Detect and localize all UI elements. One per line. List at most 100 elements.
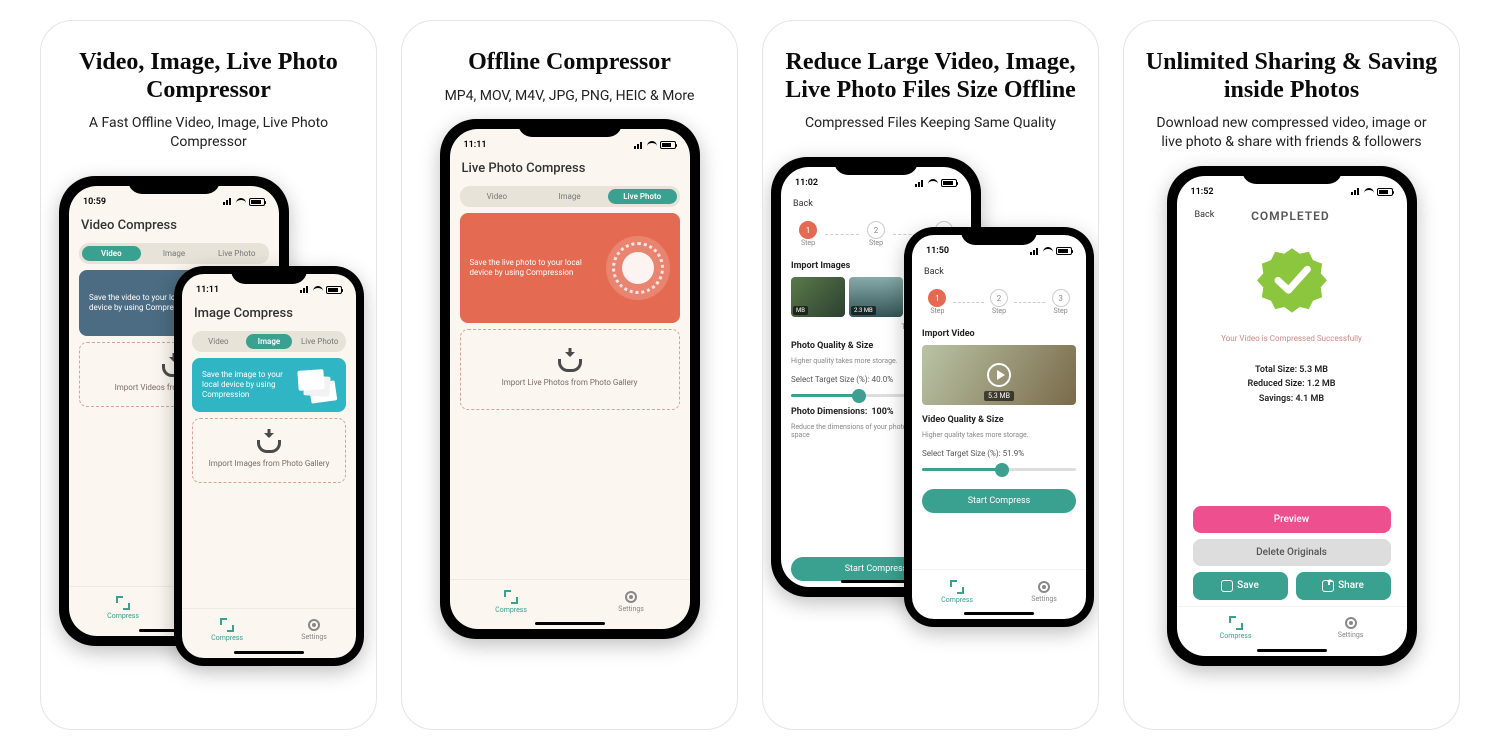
panel-title: Reduce Large Video, Image, Live Photo Fi… (781, 49, 1080, 104)
step-2: 2Step (984, 289, 1015, 315)
thumb[interactable]: MB (791, 277, 845, 317)
result-stats: Total Size: 5.3 MB Reduced Size: 1.2 MB … (1193, 363, 1391, 406)
screen-title: Image Compress (194, 306, 346, 321)
back-button[interactable]: Back (922, 265, 1076, 281)
savings: Savings: 4.1 MB (1193, 392, 1391, 406)
hero-card: Save the live photo to your local device… (460, 213, 680, 323)
import-dropzone[interactable]: Import Images from Photo Gallery (192, 418, 346, 483)
stepper: 1Step 2Step 3Step (922, 289, 1076, 315)
vquality-head: Video Quality & Size (922, 415, 1076, 425)
step-2: 2Step (859, 221, 893, 247)
signal-icon (1030, 248, 1040, 255)
import-dropzone[interactable]: Import Live Photos from Photo Gallery (460, 329, 680, 410)
phone-mock-video-flow: 11:50 Back 1Step 2Step 3Step Import Vide… (904, 227, 1094, 627)
segmented-control[interactable]: Video Image Live Photo (79, 243, 269, 264)
tab-live-photo[interactable]: Live Photo (207, 246, 266, 261)
live-photo-graphic-icon (606, 236, 670, 300)
signal-icon (634, 142, 644, 149)
import-label: Import Images from Photo Gallery (209, 459, 330, 468)
play-icon (987, 363, 1011, 387)
status-time: 11:52 (1191, 187, 1214, 197)
import-label: Import Live Photos from Photo Gallery (502, 378, 638, 387)
battery-icon (249, 198, 265, 206)
vquality-sub: Higher quality takes more storage. (922, 431, 1076, 439)
signal-icon (223, 198, 233, 205)
battery-icon (1377, 188, 1393, 196)
tab-video[interactable]: Video (82, 246, 141, 261)
gear-icon (308, 619, 320, 631)
home-indicator (841, 580, 911, 583)
tab-image[interactable]: Image (535, 189, 604, 204)
tab-image[interactable]: Image (246, 334, 293, 349)
vtarget-slider[interactable] (922, 468, 1076, 471)
success-check-icon (1257, 244, 1327, 314)
nav-compress[interactable]: Compress (211, 618, 243, 642)
step-3: 3Step (1045, 289, 1076, 315)
wifi-icon (647, 141, 657, 149)
hero-text: Save the live photo to your local device… (470, 258, 598, 278)
nav-settings[interactable]: Settings (301, 619, 327, 641)
compress-icon (950, 580, 964, 594)
hero-text: Save the image to your local device by u… (202, 370, 288, 400)
status-time: 10:59 (83, 197, 106, 207)
tab-video[interactable]: Video (463, 189, 532, 204)
nav-compress[interactable]: Compress (1220, 616, 1252, 640)
reduced-size: Reduced Size: 1.2 MB (1193, 377, 1391, 391)
screen-title: Live Photo Compress (462, 161, 680, 176)
nav-compress[interactable]: Compress (495, 590, 527, 614)
signal-icon (915, 180, 925, 187)
panel-title: Unlimited Sharing & Saving inside Photos (1142, 49, 1441, 104)
nav-compress[interactable]: Compress (107, 596, 139, 620)
share-button[interactable]: Share (1296, 572, 1391, 600)
panel-subtitle: Download new compressed video, image or … (1142, 114, 1441, 152)
video-thumbnail[interactable]: 5.3 MB (922, 345, 1076, 405)
wifi-icon (928, 179, 938, 187)
segmented-control[interactable]: Video Image Live Photo (460, 186, 680, 207)
segmented-control[interactable]: Video Image Live Photo (192, 331, 346, 352)
compress-icon (504, 590, 518, 604)
step-1: 1Step (922, 289, 953, 315)
wifi-icon (1364, 188, 1374, 196)
gear-icon (1038, 581, 1050, 593)
completed-title: COMPLETED (1220, 209, 1360, 223)
total-size: Total Size: 5.3 MB (1193, 363, 1391, 377)
gear-icon (1345, 617, 1357, 629)
status-time: 11:11 (464, 140, 487, 150)
panel-subtitle: A Fast Offline Video, Image, Live Photo … (59, 114, 358, 152)
step-1: 1Step (791, 221, 825, 247)
panel-subtitle: Compressed Files Keeping Same Quality (799, 114, 1062, 133)
back-button[interactable]: Back (791, 197, 961, 213)
save-button[interactable]: Save (1193, 572, 1288, 600)
nav-settings[interactable]: Settings (618, 591, 644, 613)
compress-icon (1229, 616, 1243, 630)
tab-image[interactable]: Image (145, 246, 204, 261)
delete-originals-button[interactable]: Delete Originals (1193, 539, 1391, 566)
start-compress-button[interactable]: Start Compress (922, 489, 1076, 513)
photo-stack-icon (296, 368, 336, 402)
thumb[interactable]: 2.3 MB (849, 277, 903, 317)
compress-icon (220, 618, 234, 632)
screenshot-panel-4: Unlimited Sharing & Saving inside Photos… (1123, 20, 1460, 730)
status-time: 11:02 (795, 178, 818, 188)
preview-button[interactable]: Preview (1193, 506, 1391, 533)
panel-title: Video, Image, Live Photo Compressor (59, 49, 358, 104)
hero-card: Save the image to your local device by u… (192, 358, 346, 412)
wifi-icon (1043, 247, 1053, 255)
phone-mock-live: 11:11 Live Photo Compress Video Image Li… (440, 119, 700, 639)
share-icon (1322, 580, 1334, 592)
home-indicator (1257, 649, 1327, 652)
nav-settings[interactable]: Settings (1031, 581, 1057, 603)
tab-live-photo[interactable]: Live Photo (296, 334, 343, 349)
success-message: Your Video is Compressed Successfully (1193, 334, 1391, 343)
nav-settings[interactable]: Settings (1338, 617, 1364, 639)
tab-video[interactable]: Video (195, 334, 242, 349)
vtarget-row: Select Target Size (%): 51.9% (922, 449, 1076, 458)
battery-icon (1056, 247, 1072, 255)
back-button[interactable]: Back (1193, 208, 1215, 224)
import-icon (558, 352, 582, 372)
import-video-head: Import Video (922, 329, 1076, 339)
status-time: 11:50 (926, 246, 949, 256)
phone-mock-image: 11:11 Image Compress Video Image Live Ph… (174, 266, 364, 666)
tab-live-photo[interactable]: Live Photo (608, 189, 677, 204)
nav-compress[interactable]: Compress (941, 580, 973, 604)
